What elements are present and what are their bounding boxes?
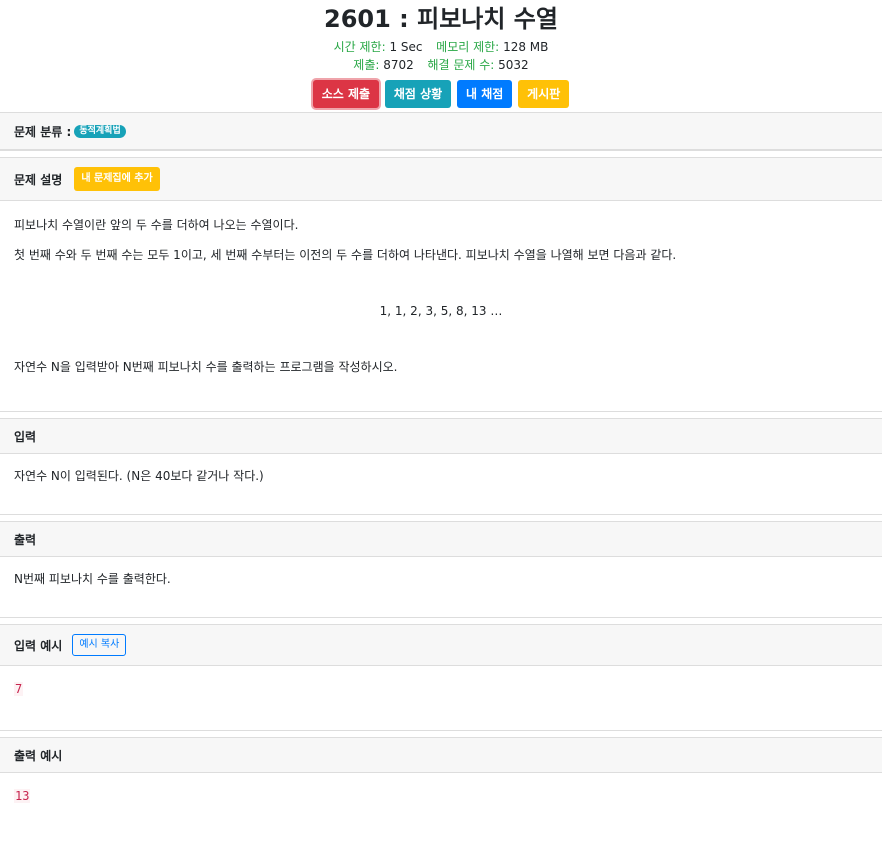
- page-title: 2601 : 피보나치 수열: [324, 5, 558, 33]
- section-divider: [0, 411, 882, 418]
- section-divider: [0, 150, 882, 157]
- fibonacci-sequence: 1, 1, 2, 3, 5, 8, 13 …: [379, 304, 503, 318]
- output-heading: 출력: [14, 532, 37, 547]
- output-header: 출력: [0, 521, 882, 557]
- description-body: 피보나치 수열이란 앞의 두 수를 더하여 나오는 수열이다. 첫 번째 수와 …: [0, 201, 882, 411]
- time-limit-label: 시간 제한:: [333, 40, 386, 54]
- sample-output-value: 13: [14, 789, 31, 803]
- input-heading: 입력: [14, 429, 37, 444]
- output-body: N번째 피보나치 수를 출력한다.: [0, 557, 882, 617]
- stats-line: 제출: 8702 해결 문제 수: 5032: [0, 56, 882, 74]
- input-text: 자연수 N이 입력된다. (N은 40보다 같거나 작다.): [14, 469, 264, 483]
- time-limit-value: 1 Sec: [389, 40, 423, 54]
- solved-label: 해결 문제 수:: [427, 58, 495, 72]
- section-divider: [0, 514, 882, 521]
- limits-line: 시간 제한: 1 Sec 메모리 제한: 128 MB: [0, 38, 882, 56]
- description-paragraph-2: 첫 번째 수와 두 번째 수는 모두 1이고, 세 번째 수부터는 이전의 두 …: [14, 248, 677, 262]
- output-text: N번째 피보나치 수를 출력한다.: [14, 572, 171, 586]
- problem-header: 2601 : 피보나치 수열 시간 제한: 1 Sec 메모리 제한: 128 …: [0, 0, 882, 112]
- solved-value: 5032: [498, 58, 529, 72]
- sample-input-value: 7: [14, 682, 24, 696]
- category-label: 문제 분류 :: [14, 124, 72, 139]
- sample-output-header: 출력 예시: [0, 737, 882, 773]
- sample-input-heading: 입력 예시: [14, 638, 63, 653]
- add-to-workbook-button[interactable]: 내 문제집에 추가: [74, 167, 160, 191]
- sample-output-body: 13: [0, 773, 882, 837]
- sample-input-body: 7: [0, 666, 882, 730]
- category-section: 문제 분류 : 동적계획법: [0, 112, 882, 150]
- input-body: 자연수 N이 입력된다. (N은 40보다 같거나 작다.): [0, 454, 882, 514]
- submissions-label: 제출:: [353, 58, 380, 72]
- input-header: 입력: [0, 418, 882, 454]
- description-heading: 문제 설명: [14, 172, 63, 187]
- section-divider: [0, 730, 882, 737]
- submissions-value: 8702: [383, 58, 414, 72]
- judge-status-button[interactable]: 채점 상황: [384, 80, 452, 108]
- submit-source-button[interactable]: 소스 제출: [312, 80, 380, 108]
- memory-limit-value: 128 MB: [503, 40, 549, 54]
- section-divider: [0, 617, 882, 624]
- action-buttons: 소스 제출 채점 상황 내 채점 게시판: [0, 80, 882, 110]
- my-submissions-button[interactable]: 내 채점: [457, 80, 513, 108]
- sample-input-header: 입력 예시 예시 복사: [0, 624, 882, 666]
- memory-limit-label: 메모리 제한:: [436, 40, 500, 54]
- sample-output-heading: 출력 예시: [14, 748, 63, 763]
- category-tag[interactable]: 동적계획법: [74, 124, 126, 138]
- description-paragraph-3: 자연수 N을 입력받아 N번째 피보나치 수를 출력하는 프로그램을 작성하시오…: [14, 360, 398, 374]
- description-paragraph-1: 피보나치 수열이란 앞의 두 수를 더하여 나오는 수열이다.: [14, 218, 299, 232]
- copy-sample-button[interactable]: 예시 복사: [72, 634, 127, 656]
- board-button[interactable]: 게시판: [518, 80, 570, 108]
- description-header: 문제 설명 내 문제집에 추가: [0, 157, 882, 201]
